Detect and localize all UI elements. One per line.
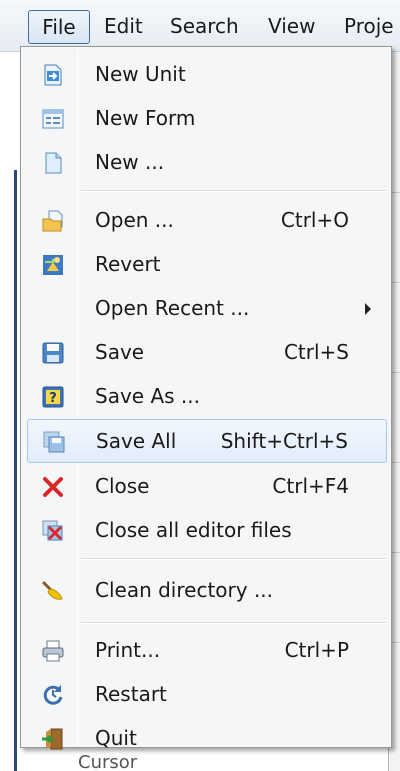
close-icon (43, 477, 63, 497)
menu-item-label: Open ... (95, 208, 174, 232)
menu-item-label: Save All (96, 429, 177, 453)
menu-item-close-all-editor-files[interactable]: Close all editor files (27, 509, 387, 553)
new-file-icon (45, 152, 62, 174)
quit-icon (42, 728, 63, 750)
menu-item-label: Open Recent ... (95, 296, 250, 320)
menu-item-new-unit[interactable]: New Unit (27, 53, 387, 97)
menu-separator (81, 558, 387, 560)
menu-item-label: Save (95, 340, 145, 364)
menu-item-label: New ... (95, 150, 165, 174)
menu-item-label: Clean directory ... (95, 578, 274, 602)
menu-item-label: Print... (95, 638, 161, 662)
menu-bar: File Edit Search View Proje (0, 0, 400, 52)
save-all-icon (43, 431, 65, 453)
background-window-edge (14, 170, 17, 771)
menu-view[interactable]: View (268, 10, 315, 44)
menu-item-label: Close (95, 474, 150, 498)
new-unit-icon (44, 64, 62, 86)
menu-item-open[interactable]: Open ... Ctrl+O (27, 199, 387, 243)
menu-item-shortcut: Shift+Ctrl+S (220, 429, 348, 453)
submenu-arrow-icon (365, 303, 371, 315)
menu-item-shortcut: Ctrl+F4 (272, 474, 349, 498)
close-all-icon (42, 520, 63, 541)
open-icon (42, 210, 63, 232)
save-as-icon: ? (42, 386, 64, 408)
menu-item-label: Quit (95, 726, 137, 750)
menu-item-label: Revert (95, 252, 161, 276)
menu-item-label: Restart (95, 682, 167, 706)
menu-item-shortcut: Ctrl+O (280, 208, 349, 232)
menu-item-new[interactable]: New ... (27, 141, 387, 185)
menu-item-close[interactable]: Close Ctrl+F4 (27, 465, 387, 509)
menu-file[interactable]: File (28, 10, 90, 44)
menu-separator (81, 622, 387, 624)
menu-project[interactable]: Proje (344, 10, 394, 44)
print-icon (42, 640, 64, 662)
menu-item-save-all[interactable]: Save All Shift+Ctrl+S (27, 419, 387, 463)
menu-item-open-recent[interactable]: Open Recent ... (27, 287, 387, 331)
new-form-icon (42, 109, 64, 129)
menu-item-save-as[interactable]: ? Save As ... (27, 375, 387, 419)
menu-item-shortcut: Ctrl+P (284, 638, 349, 662)
menu-item-shortcut: Ctrl+S (283, 340, 349, 364)
menu-item-quit[interactable]: Quit (27, 717, 387, 761)
clean-directory-icon (42, 581, 63, 600)
menu-item-save[interactable]: Save Ctrl+S (27, 331, 387, 375)
file-menu-dropdown: New Unit New Form New ... Open ... Ctrl+… (20, 46, 392, 750)
menu-item-print[interactable]: Print... Ctrl+P (27, 629, 387, 673)
menu-item-label: New Unit (95, 62, 186, 86)
save-icon (42, 342, 64, 364)
menu-item-clean-directory[interactable]: Clean directory ... (27, 569, 387, 613)
restart-icon (43, 685, 63, 705)
menu-item-label: New Form (95, 106, 196, 130)
menu-item-restart[interactable]: Restart (27, 673, 387, 717)
menu-search[interactable]: Search (170, 10, 239, 44)
menu-separator (81, 190, 387, 192)
menu-item-label: Save As ... (95, 384, 200, 408)
menu-item-new-form[interactable]: New Form (27, 97, 387, 141)
svg-text:?: ? (49, 391, 57, 406)
revert-icon (43, 255, 63, 275)
menu-item-label: Close all editor files (95, 518, 292, 542)
menu-edit[interactable]: Edit (104, 10, 143, 44)
menu-item-revert[interactable]: Revert (27, 243, 387, 287)
